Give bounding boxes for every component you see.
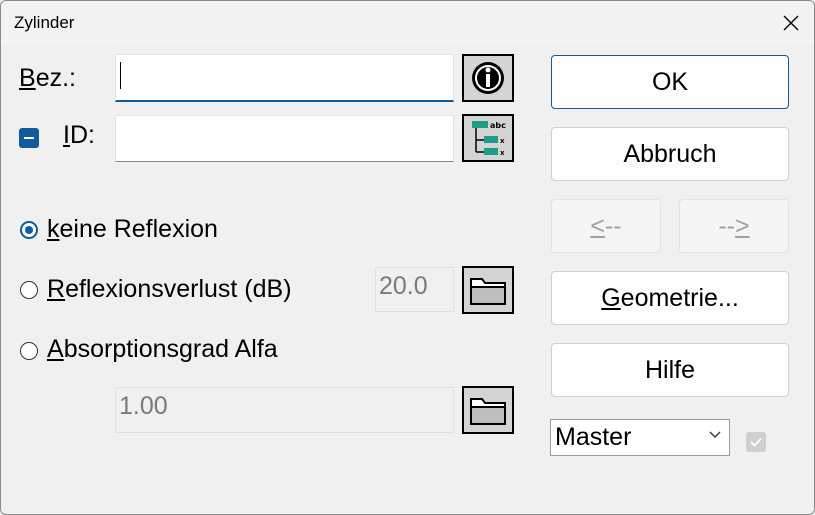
bez-input[interactable] [115,54,454,102]
close-icon [783,15,799,31]
id-input[interactable] [115,115,454,162]
close-button[interactable] [768,1,814,45]
prev-button[interactable]: <-- [551,199,661,253]
window-title: Zylinder [14,13,75,32]
radio-absorptionsgrad[interactable] [20,342,38,360]
keine-reflexion-label: keine Reflexion [47,215,218,243]
chevron-down-icon [709,431,721,438]
radio-keine-reflexion[interactable] [20,221,38,239]
folder-icon [470,278,506,305]
check-icon [750,437,762,447]
reflexionsverlust-folder-button[interactable] [462,266,514,314]
bez-label: Bez.: [19,64,76,92]
reflexionsverlust-label: Reflexionsverlust (dB) [47,275,292,303]
absorptionsgrad-label: Absorptionsgrad Alfa [47,335,278,363]
master-dropdown[interactable]: Master [550,419,730,456]
folder-icon [470,398,506,425]
text-caret [120,62,121,89]
title-bar: Zylinder [1,1,814,45]
next-button[interactable]: --> [679,199,789,253]
reflexionsverlust-field: 20.0 [375,267,454,312]
svg-text:abc: abc [490,121,506,130]
dialog-window: Zylinder Bez.: ID: abc x x keine Reflexi… [0,0,815,515]
info-button[interactable] [462,54,514,102]
id-label: ID: [63,121,95,149]
master-checkbox[interactable] [746,432,766,452]
info-icon [472,62,504,94]
id-checkbox[interactable] [19,128,39,148]
geometrie-button[interactable]: Geometrie... [551,271,789,325]
svg-text:x: x [500,137,505,145]
absorptionsgrad-field: 1.00 [115,387,454,433]
tree-list-button[interactable]: abc x x [462,114,514,162]
svg-text:x: x [500,149,505,157]
tree-list-icon: abc x x [472,121,506,157]
ok-button[interactable]: OK [551,55,789,109]
abbruch-button[interactable]: Abbruch [551,127,789,181]
hilfe-button[interactable]: Hilfe [551,343,789,397]
absorptionsgrad-folder-button[interactable] [462,386,514,434]
master-dropdown-value: Master [555,423,632,451]
radio-reflexionsverlust[interactable] [20,281,38,299]
